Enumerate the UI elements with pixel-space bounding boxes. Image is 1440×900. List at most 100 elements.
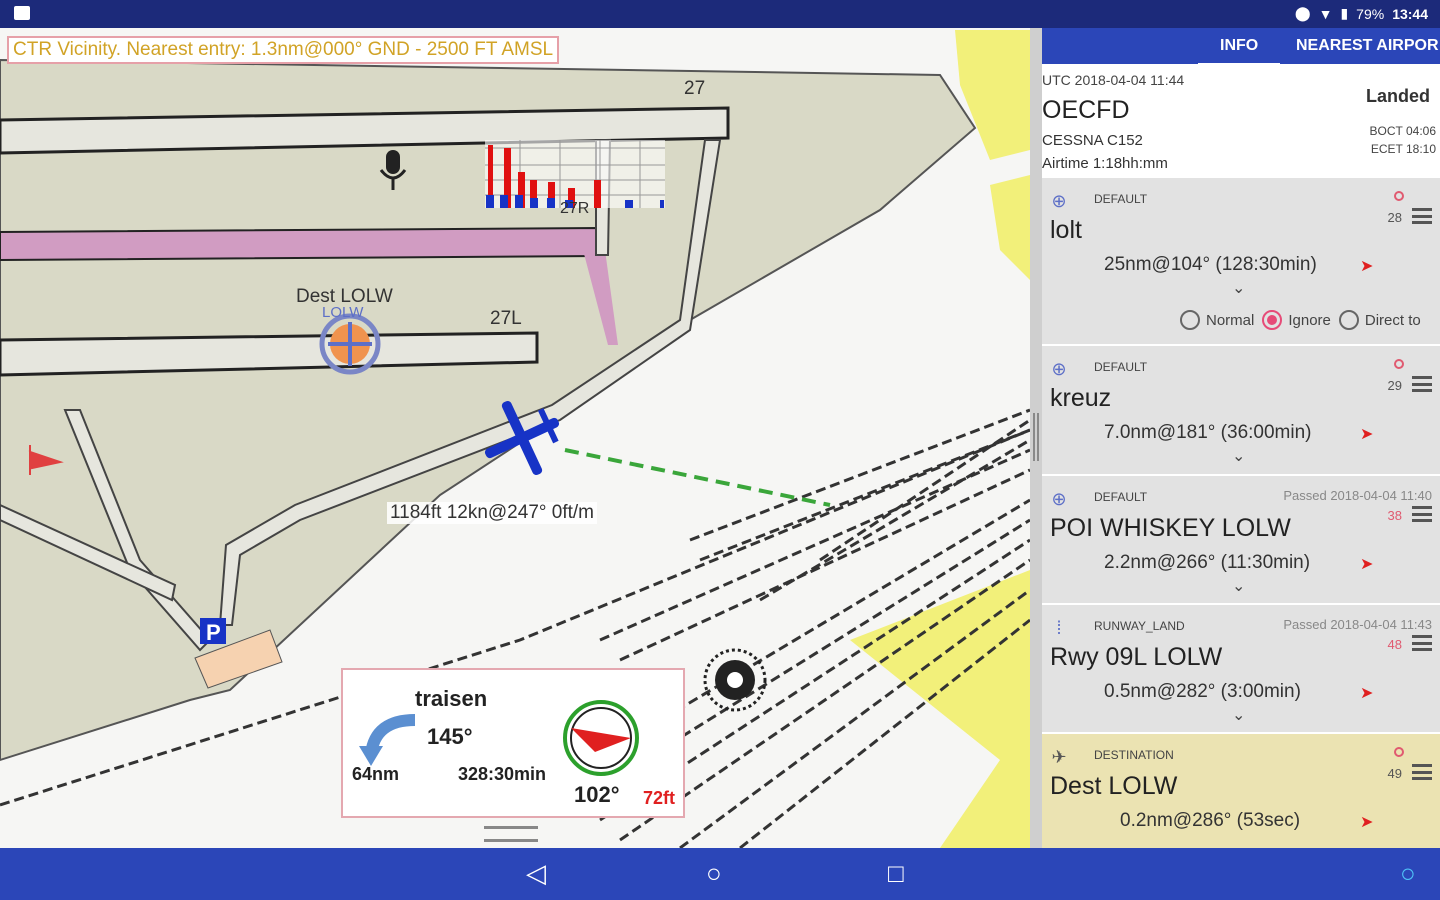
expand-chevron-icon[interactable]: ⌄ xyxy=(1232,576,1245,596)
utc-time: UTC 2018-04-04 11:44 xyxy=(1042,72,1185,88)
assistant-icon[interactable]: ○ xyxy=(1400,860,1416,886)
runway-label: 27R xyxy=(560,200,590,217)
flight-header: UTC 2018-04-04 11:44 OECFD CESSNA C152 A… xyxy=(1042,64,1440,178)
airtime: Airtime 1:18hh:mm xyxy=(1042,155,1168,172)
aircraft-type: CESSNA C152 xyxy=(1042,132,1143,149)
compass-icon xyxy=(563,700,639,776)
parking-icon: P xyxy=(200,618,226,645)
map-view[interactable]: P CTR Vicinity. Nearest entry: 1.3nm@000… xyxy=(0,28,1030,848)
recents-button-icon[interactable]: □ xyxy=(888,860,904,886)
waypoint-number: 48 xyxy=(1387,637,1402,652)
direction-arrow-icon: ➤ xyxy=(1360,258,1374,275)
bearing-value: 145° xyxy=(427,724,473,749)
waypoint-name: Rwy 09L LOLW xyxy=(1050,643,1223,671)
waypoint-card[interactable]: ⁞ RUNWAY_LAND Passed 2018-04-04 11:43 48… xyxy=(1042,605,1440,734)
waypoint-category: DEFAULT xyxy=(1094,192,1148,206)
navigation-card[interactable]: traisen 145° 64nm 328:30min 102° 72ft xyxy=(341,668,685,818)
status-bar: ⬤ ▼ ▮ 79% 13:44 xyxy=(0,0,1440,28)
waypoint-icon: ⊕ xyxy=(1051,191,1067,211)
landing-icon: ✈ xyxy=(1051,747,1067,767)
waypoint-info: 25nm@104° (128:30min) xyxy=(1104,254,1317,275)
waypoint-name: lolt xyxy=(1050,216,1082,244)
runway-27r xyxy=(0,226,601,262)
reorder-handle-icon[interactable] xyxy=(1412,635,1432,651)
altitude-value: 72ft xyxy=(643,788,676,808)
waypoint-card[interactable]: ⊕ DEFAULT Passed 2018-04-04 11:40 38 POI… xyxy=(1042,476,1440,605)
radio-ignore-indicator[interactable] xyxy=(1262,310,1283,330)
tab-nearest-airports[interactable]: NEAREST AIRPOR xyxy=(1296,37,1439,55)
waypoint-category: DEFAULT xyxy=(1094,490,1148,504)
reorder-handle-icon[interactable] xyxy=(1412,376,1432,392)
waypoint-number: 29 xyxy=(1387,378,1402,393)
reorder-handle-icon[interactable] xyxy=(1412,506,1432,522)
waypoint-icon: ⊕ xyxy=(1051,359,1067,379)
distance-value: 64nm xyxy=(352,764,400,784)
panel-divider[interactable] xyxy=(1030,28,1042,848)
info-panel: INFO NEAREST AIRPOR UTC 2018-04-04 11:44… xyxy=(1042,28,1440,848)
turn-arrow-icon xyxy=(359,714,416,766)
drag-handle[interactable] xyxy=(484,826,538,842)
waypoint-mode-radio-group: Normal Ignore Direct to xyxy=(1180,310,1421,330)
reorder-handle-icon[interactable] xyxy=(1412,764,1432,780)
tab-info[interactable]: INFO xyxy=(1197,37,1281,66)
battery-icon: ▮ xyxy=(1340,5,1349,21)
clock: 13:44 xyxy=(1392,5,1428,22)
waypoint-icon: ⊕ xyxy=(1051,489,1067,509)
reorder-handle-icon[interactable] xyxy=(1412,208,1432,224)
back-button-icon[interactable]: ◁ xyxy=(526,860,546,886)
runway-icon: ⁞ xyxy=(1056,618,1062,638)
ctr-warning-banner[interactable]: CTR Vicinity. Nearest entry: 1.3nm@000° … xyxy=(7,36,560,64)
home-button-icon[interactable]: ○ xyxy=(706,860,722,886)
notification-icon xyxy=(14,6,30,20)
divider-grip-icon[interactable] xyxy=(1033,413,1039,461)
passed-timestamp: Passed 2018-04-04 11:43 xyxy=(1283,617,1432,632)
waypoint-name: Dest LOLW xyxy=(1050,772,1178,800)
status-circle-icon xyxy=(1394,191,1404,201)
airspace-area xyxy=(850,570,1030,848)
passed-timestamp: Passed 2018-04-04 11:40 xyxy=(1283,488,1432,503)
block-times: BOCT 04:06 ECET 18:10 xyxy=(1370,122,1436,158)
radio-direct-to[interactable]: Direct to xyxy=(1338,310,1421,330)
radio-normal[interactable]: Normal xyxy=(1180,310,1254,330)
wifi-icon: ▼ xyxy=(1318,5,1333,22)
runway-label: 27 xyxy=(684,78,706,99)
waypoint-card[interactable]: ✈ DESTINATION 49 Dest LOLW 0.2nm@286° (5… xyxy=(1042,734,1440,848)
battery-percent: 79% xyxy=(1356,5,1385,22)
track-line xyxy=(564,448,831,507)
waypoint-info: 7.0nm@181° (36:00min) xyxy=(1104,422,1312,443)
svg-text:P: P xyxy=(206,620,221,645)
ecet-time: ECET 18:10 xyxy=(1370,142,1436,156)
time-value: 328:30min xyxy=(458,764,547,784)
waypoint-card[interactable]: ⊕ DEFAULT 29 kreuz 7.0nm@181° (36:00min)… xyxy=(1042,346,1440,476)
aircraft-info-label: 1184ft 12kn@247° 0ft/m xyxy=(387,502,597,524)
boct-time: BOCT 04:06 xyxy=(1369,124,1436,138)
waypoint-category: RUNWAY_LAND xyxy=(1094,619,1185,633)
waypoint-category: DESTINATION xyxy=(1094,748,1174,762)
expand-chevron-icon[interactable]: ⌄ xyxy=(1232,446,1245,466)
waypoint-card[interactable]: ⊕ DEFAULT 28 lolt 25nm@104° (128:30min) … xyxy=(1042,178,1440,346)
waypoint-number: 28 xyxy=(1387,210,1402,225)
waypoint-info: 0.2nm@286° (53sec) xyxy=(1120,810,1301,831)
waypoint-category: DEFAULT xyxy=(1094,360,1148,374)
status-circle-icon xyxy=(1394,359,1404,369)
flight-status: Landed xyxy=(1365,86,1430,106)
direction-arrow-icon: ➤ xyxy=(1360,814,1374,831)
vertical-profile-chart xyxy=(485,140,665,208)
radio-ignore[interactable]: Ignore xyxy=(1262,310,1331,330)
airspace-area xyxy=(990,175,1030,280)
radio-normal-label: Normal xyxy=(1206,311,1255,329)
radio-normal-indicator[interactable] xyxy=(1180,310,1200,330)
expand-chevron-icon[interactable]: ⌄ xyxy=(1232,278,1245,298)
airspace-area xyxy=(955,30,1030,160)
expand-chevron-icon[interactable]: ⌄ xyxy=(1232,705,1245,725)
waypoint-number: 38 xyxy=(1387,508,1402,523)
radio-direct-to-indicator[interactable] xyxy=(1338,310,1359,330)
waypoint-name: POI WHISKEY LOLW xyxy=(1050,514,1291,542)
location-icon: ⬤ xyxy=(1294,5,1311,21)
destination-marker-icon xyxy=(319,313,381,375)
direction-arrow-icon: ➤ xyxy=(1360,426,1374,443)
radio-direct-to-label: Direct to xyxy=(1364,311,1421,329)
waypoint-info: 0.5nm@282° (3:00min) xyxy=(1104,681,1301,702)
waypoint-number: 49 xyxy=(1387,766,1402,781)
waypoint-name: kreuz xyxy=(1050,384,1112,412)
